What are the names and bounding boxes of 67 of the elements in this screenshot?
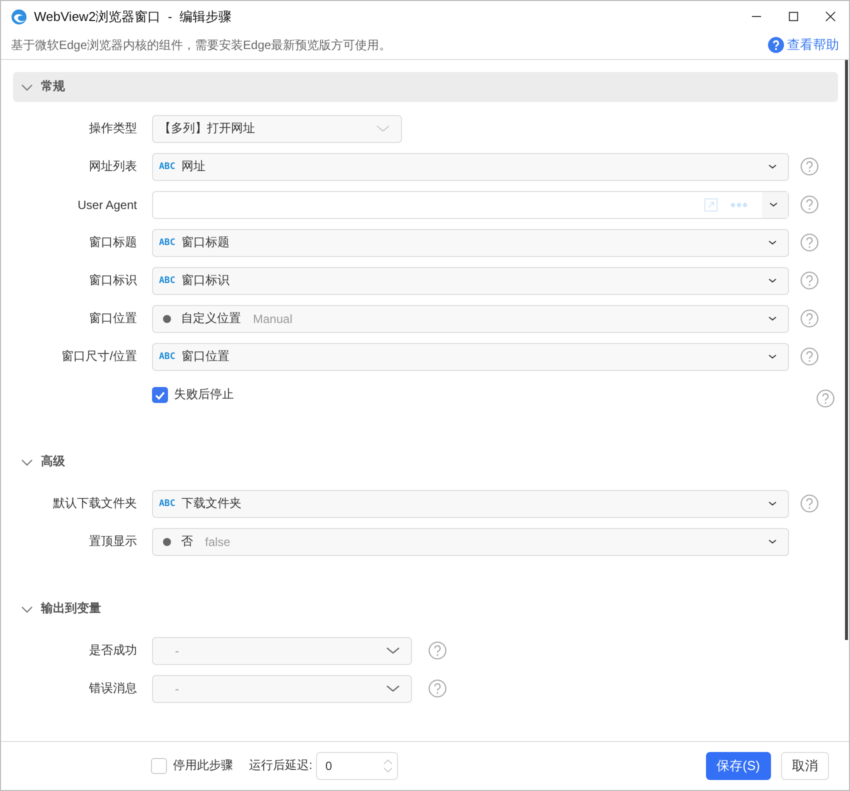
help-link[interactable]: 查看帮助 [768,36,839,54]
maximize-icon [788,11,799,22]
field-label: 网址列表 [88,158,137,176]
type-tag: ABC [159,498,176,509]
type-tag: ABC [159,162,176,172]
field-label: 窗口尺寸/位置 [60,348,137,366]
option-value: 自定义位置 [181,310,241,328]
save-button[interactable]: 保存(S) [706,752,771,780]
section-title: 输出到变量 [41,600,101,618]
scrollbar[interactable] [845,60,848,640]
help-icon [768,37,784,54]
dropdown-toggle[interactable] [762,192,788,218]
spinner-icon[interactable] [382,756,394,775]
section-header[interactable]: 输出到变量 [13,594,838,624]
field-label: 是否成功 [88,642,137,660]
help-icon[interactable] [800,494,819,514]
field-label: 置顶显示 [88,533,137,550]
option-value: 否 [181,533,193,550]
field-label: 默认下载文件夹 [52,495,137,512]
option-hint: false [205,534,232,549]
close-icon [825,11,836,22]
cancel-button[interactable]: 取消 [781,752,829,780]
checkbox-label: 失败后停止 [174,386,235,404]
window-title: WebView2浏览器窗口 - 编辑步骤 [34,8,232,26]
section-title: 常规 [41,78,65,96]
help-icon[interactable] [800,157,819,176]
help-icon[interactable] [800,347,819,366]
help-icon[interactable] [800,233,819,252]
section-title: 高级 [41,453,65,470]
input-field[interactable] [152,190,789,219]
help-icon[interactable] [816,389,835,408]
dropdown[interactable]: ABC 下载文件夹 [152,490,789,518]
type-tag: ABC [159,352,176,362]
type-tag: ABC [159,238,176,248]
dropdown[interactable]: ABC 窗口标识 [152,266,789,295]
section-header[interactable]: 常规 [13,72,838,102]
app-icon [11,8,27,24]
checkbox[interactable] [151,758,167,774]
checkbox[interactable] [152,386,168,403]
number-field[interactable]: 0 [316,752,398,780]
dropdown[interactable]: ABC 窗口标题 [152,228,789,257]
help-icon[interactable] [800,309,819,328]
dropdown[interactable]: ABC 窗口位置 [152,342,789,371]
dropdown[interactable]: 否 false [152,528,789,556]
more-icon[interactable] [730,202,748,208]
field-label: 运行后延迟: [249,757,312,774]
dropdown[interactable]: 【多列】打开网址 [152,114,402,143]
field-label: 窗口标识 [88,272,137,290]
field-label: 操作类型 [88,120,137,138]
dropdown[interactable]: ABC 网址 [152,152,789,181]
help-icon[interactable] [428,641,447,660]
field-label: User Agent [76,198,137,212]
option-hint: Manual [253,312,294,326]
dot-icon [163,538,171,546]
help-icon[interactable] [800,271,819,290]
field-label: 窗口位置 [88,310,137,328]
external-link-icon[interactable] [704,198,718,212]
field-label: 错误消息 [88,680,137,698]
checkbox-label: 停用此步骤 [173,757,233,774]
help-icon[interactable] [428,679,447,698]
help-icon[interactable] [800,195,819,214]
info-text: 基于微软Edge浏览器内核的组件，需要安装Edge最新预览版方可使用。 [11,36,392,54]
type-tag: ABC [159,276,176,286]
dropdown[interactable]: 自定义位置 Manual [152,304,789,333]
section-header[interactable]: 高级 [13,446,838,477]
field-label: 窗口标题 [88,234,137,252]
dot-icon [163,314,171,323]
